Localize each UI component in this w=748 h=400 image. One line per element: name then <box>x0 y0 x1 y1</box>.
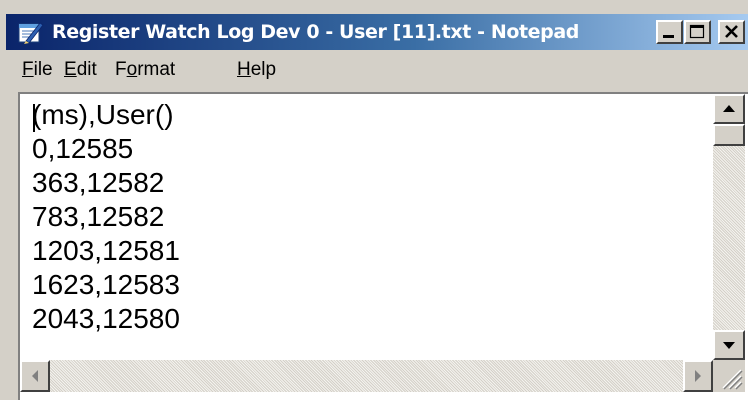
close-button[interactable] <box>718 20 745 44</box>
menu-edit[interactable]: Edit <box>64 59 97 81</box>
scroll-down-button[interactable] <box>713 330 745 360</box>
horizontal-scrollbar[interactable] <box>20 360 713 392</box>
scroll-left-button[interactable] <box>20 360 50 392</box>
text-line: 363,12582 <box>32 167 165 198</box>
notepad-window: Register Watch Log Dev 0 - User [11].txt… <box>0 0 748 400</box>
editor-frame: (ms),User() 0,12585 363,12582 783,12582 … <box>18 92 748 400</box>
vertical-scroll-thumb[interactable] <box>713 124 745 146</box>
text-line: 0,12585 <box>32 133 134 164</box>
text-line: 2043,12580 <box>32 303 180 334</box>
menu-help[interactable]: Help <box>237 59 276 81</box>
maximize-icon <box>689 24 705 39</box>
window-title: Register Watch Log Dev 0 - User [11].txt… <box>52 21 579 43</box>
size-grip[interactable] <box>713 360 745 392</box>
scroll-up-arrow-icon <box>723 105 735 112</box>
resize-grip-icon <box>722 369 743 390</box>
close-icon <box>725 25 738 38</box>
scroll-right-arrow-icon <box>695 370 701 382</box>
text-lines: (ms),User() 0,12585 363,12582 783,12582 … <box>32 98 180 336</box>
menu-format[interactable]: Format <box>115 59 175 81</box>
menu-file[interactable]: File <box>22 59 53 81</box>
text-line: 1623,12583 <box>32 269 180 300</box>
text-line: (ms),User() <box>32 99 174 130</box>
scroll-down-arrow-icon <box>723 342 735 349</box>
title-bar[interactable]: Register Watch Log Dev 0 - User [11].txt… <box>6 14 748 50</box>
scroll-right-button[interactable] <box>683 360 713 392</box>
text-line: 1203,12581 <box>32 235 180 266</box>
menu-bar: File Edit Format Help <box>6 52 748 86</box>
scroll-up-button[interactable] <box>713 94 745 124</box>
maximize-button[interactable] <box>684 20 711 44</box>
text-caret <box>33 104 35 132</box>
scroll-left-arrow-icon <box>32 370 38 382</box>
text-editor[interactable]: (ms),User() 0,12585 363,12582 783,12582 … <box>20 94 713 360</box>
notepad-icon[interactable] <box>16 19 44 45</box>
minimize-button[interactable] <box>656 20 683 44</box>
minimize-icon <box>663 35 674 38</box>
text-line: 783,12582 <box>32 201 165 232</box>
vertical-scrollbar[interactable] <box>713 94 745 360</box>
